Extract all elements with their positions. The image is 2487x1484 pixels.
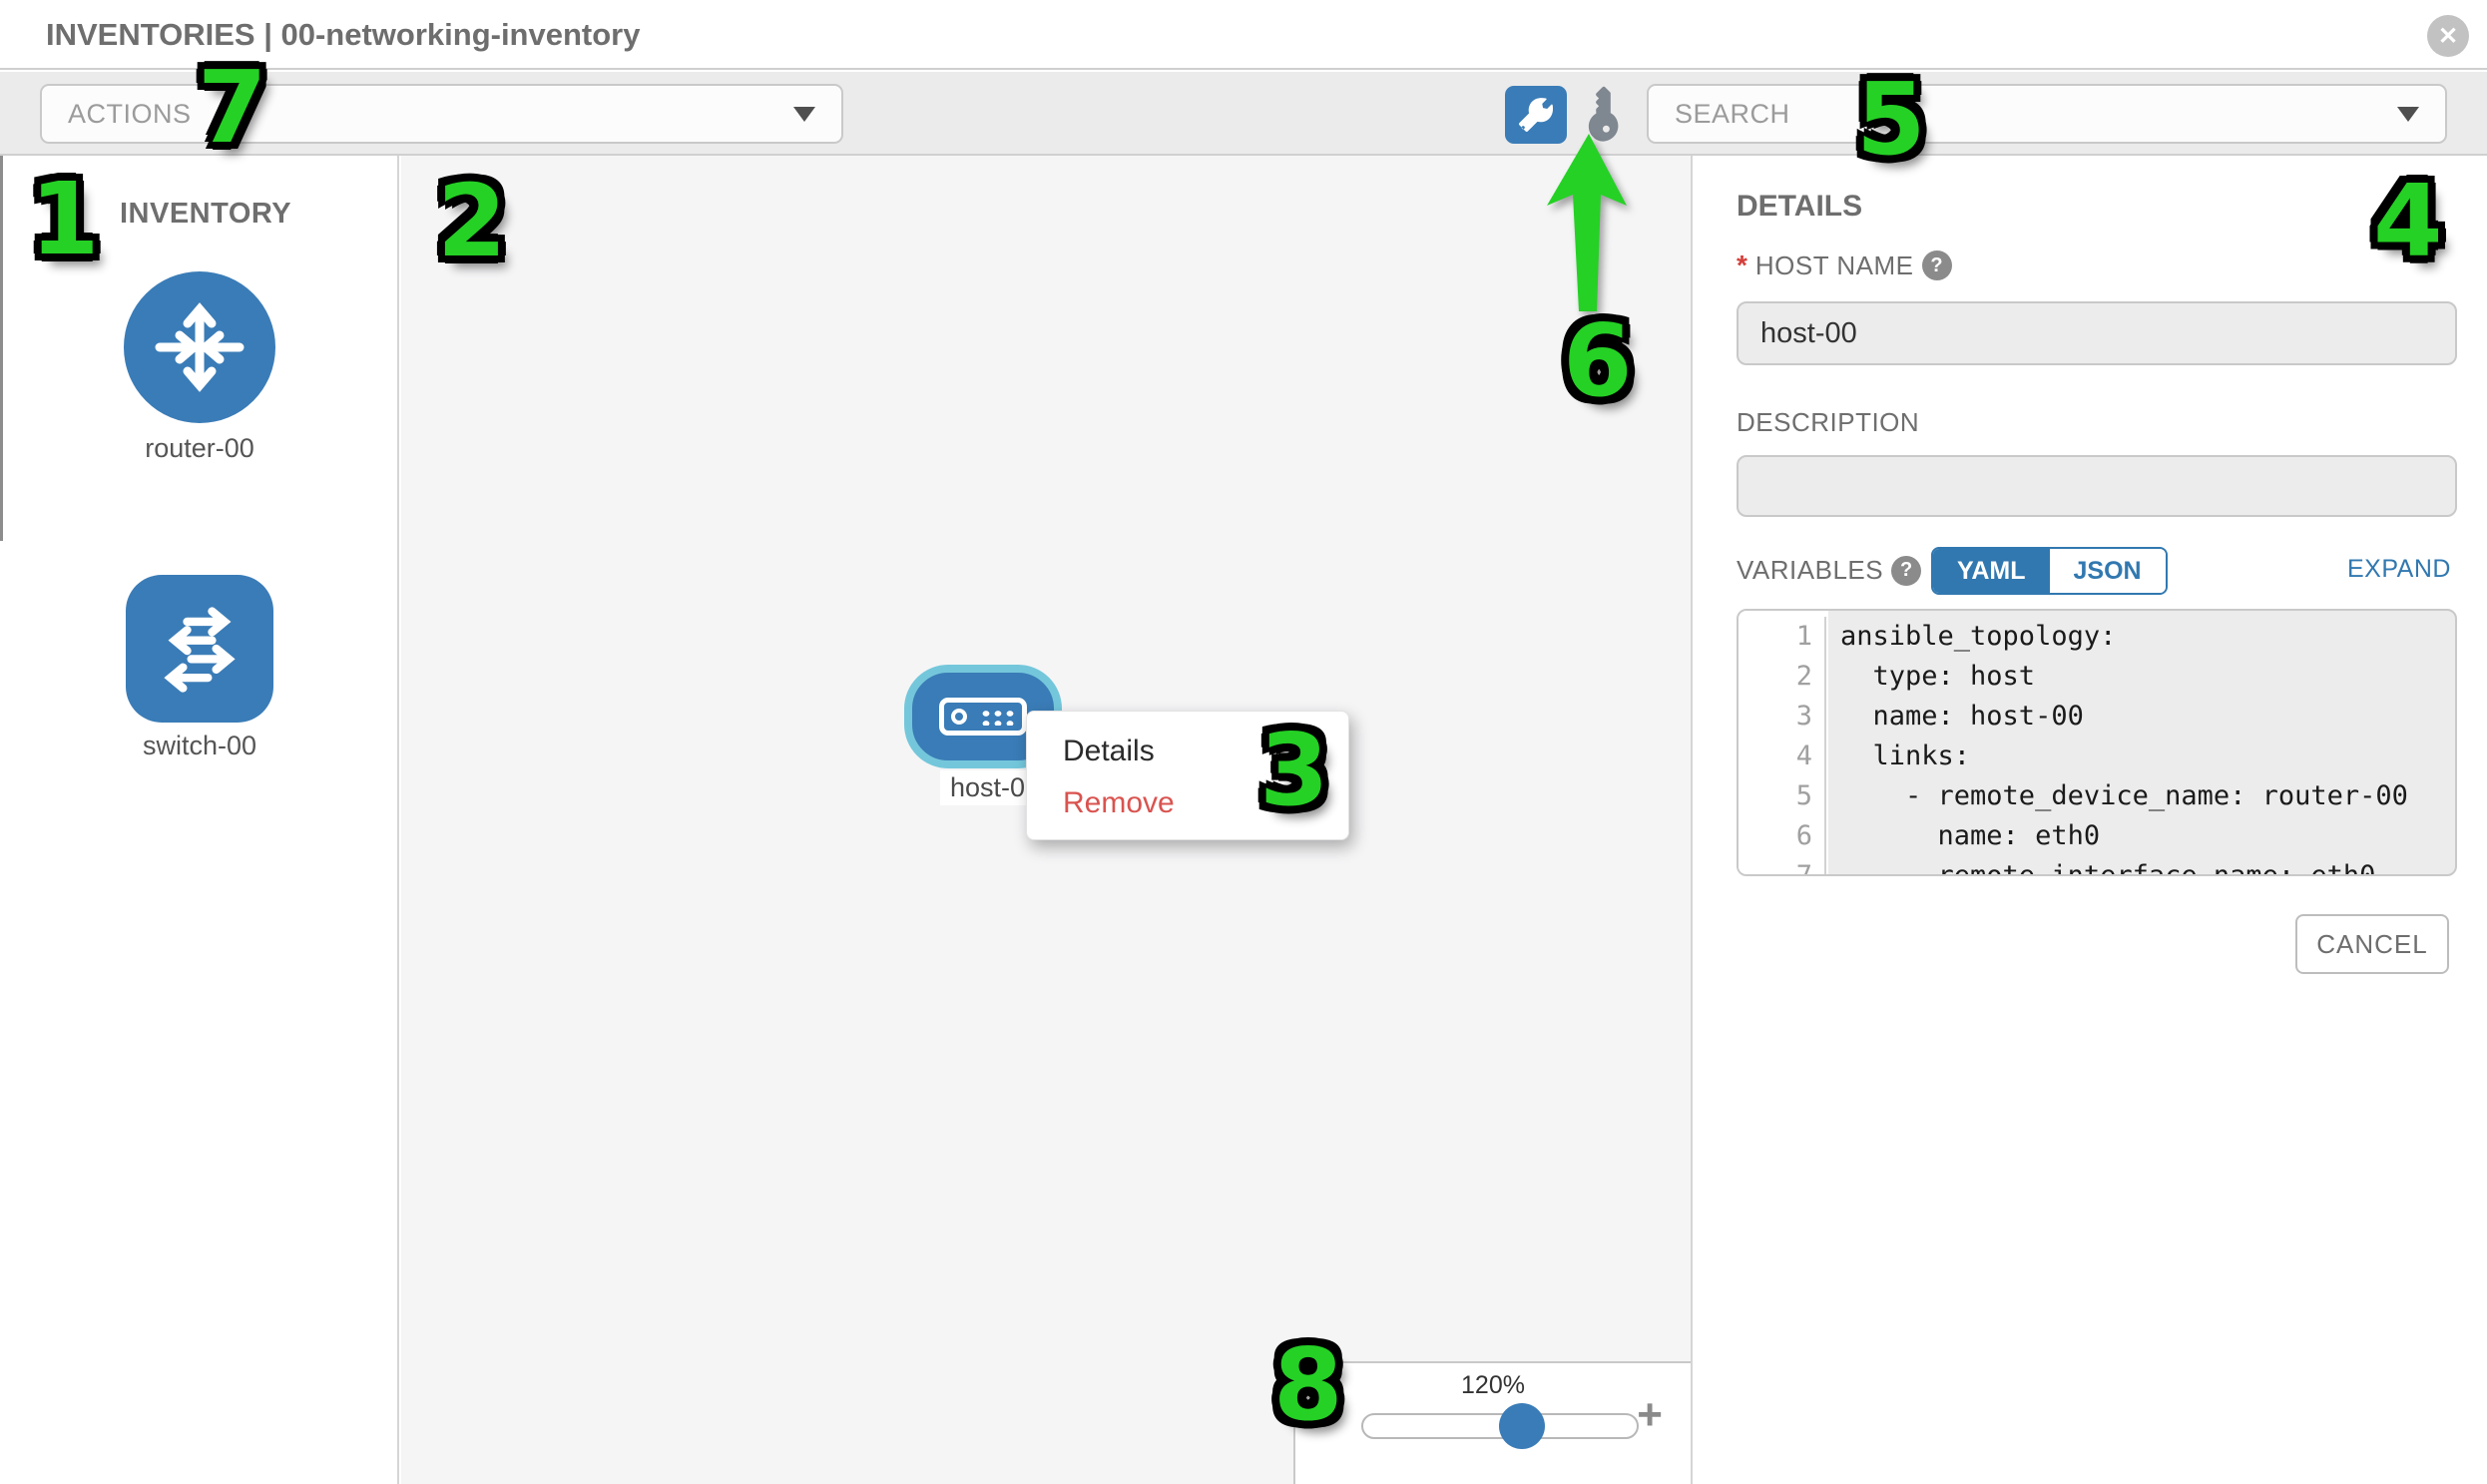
editor-line: 3 name: host-00 — [1739, 697, 2455, 737]
variables-format-toggle: YAML JSON — [1931, 547, 2168, 595]
search-dropdown-label: SEARCH — [1649, 99, 1790, 130]
actions-dropdown[interactable]: ACTIONS — [40, 84, 843, 144]
annotation-number-7: 7 — [198, 58, 267, 158]
zoom-slider-knob[interactable] — [1499, 1403, 1545, 1449]
annotation-number-2: 2 — [437, 172, 507, 271]
editor-line: 7 remote_interface_name: eth0 — [1739, 856, 2455, 876]
host-name-value: host-00 — [1760, 317, 1857, 350]
editor-line: 1ansible_topology: — [1739, 617, 2455, 657]
switch-label: switch-00 — [124, 731, 275, 761]
sidebar-title: INVENTORY — [120, 198, 291, 231]
switch-icon — [148, 597, 251, 701]
details-panel-title: DETAILS — [1737, 190, 1862, 224]
search-dropdown[interactable]: SEARCH — [1647, 84, 2447, 144]
sidebar-edge-line — [0, 156, 3, 541]
required-asterisk: * — [1737, 249, 1747, 281]
router-icon — [150, 297, 249, 397]
variables-label-row: VARIABLES ? — [1737, 555, 1921, 586]
host-name-input[interactable]: host-00 — [1737, 301, 2457, 365]
host-name-label-row: * HOST NAME ? — [1737, 249, 1952, 281]
sidebar-item-switch[interactable] — [126, 575, 273, 723]
chevron-down-icon — [2397, 107, 2419, 122]
zoom-in-button[interactable]: + — [1637, 1393, 1663, 1437]
cancel-button[interactable]: CANCEL — [2295, 914, 2449, 974]
description-label: DESCRIPTION — [1737, 407, 1919, 438]
zoom-control-panel: 120% − + — [1293, 1361, 1691, 1484]
description-input[interactable] — [1737, 455, 2457, 517]
page-title: INVENTORIES | 00-networking-inventory — [46, 17, 640, 53]
editor-line: 6 name: eth0 — [1739, 816, 2455, 856]
host-name-label: HOST NAME — [1755, 250, 1914, 281]
annotation-number-3: 3 — [1259, 721, 1329, 820]
expand-link[interactable]: EXPAND — [2347, 555, 2451, 584]
green-arrow-annotation — [1537, 132, 1637, 317]
inventory-topology-screen: INVENTORIES | 00-networking-inventory ✕ … — [0, 0, 2487, 1484]
annotation-number-1: 1 — [30, 170, 100, 269]
zoom-level-value: 120% — [1295, 1371, 1691, 1400]
editor-line: 5 - remote_device_name: router-00 — [1739, 776, 2455, 816]
annotation-number-4: 4 — [2373, 172, 2443, 271]
variables-editor[interactable]: 1ansible_topology: 2 type: host 3 name: … — [1737, 609, 2457, 876]
description-label-row: DESCRIPTION — [1737, 407, 1919, 438]
editor-line: 4 links: — [1739, 737, 2455, 776]
annotation-number-8: 8 — [1273, 1335, 1343, 1435]
host-icon — [939, 698, 1027, 736]
editor-line: 2 type: host — [1739, 657, 2455, 697]
router-label: router-00 — [124, 433, 275, 464]
tab-yaml[interactable]: YAML — [1933, 549, 2050, 593]
actions-dropdown-label: ACTIONS — [42, 99, 192, 130]
tab-json[interactable]: JSON — [2050, 549, 2166, 593]
wrench-icon — [1519, 98, 1553, 132]
annotation-number-5: 5 — [1856, 70, 1926, 170]
variables-label: VARIABLES — [1737, 555, 1883, 586]
header-bar: INVENTORIES | 00-networking-inventory — [0, 0, 2487, 70]
chevron-down-icon — [793, 107, 815, 122]
help-icon[interactable]: ? — [1922, 250, 1952, 280]
annotation-number-6: 6 — [1563, 311, 1633, 411]
help-icon[interactable]: ? — [1891, 556, 1921, 586]
sidebar-item-router[interactable] — [124, 271, 275, 423]
close-icon[interactable]: ✕ — [2427, 15, 2469, 57]
